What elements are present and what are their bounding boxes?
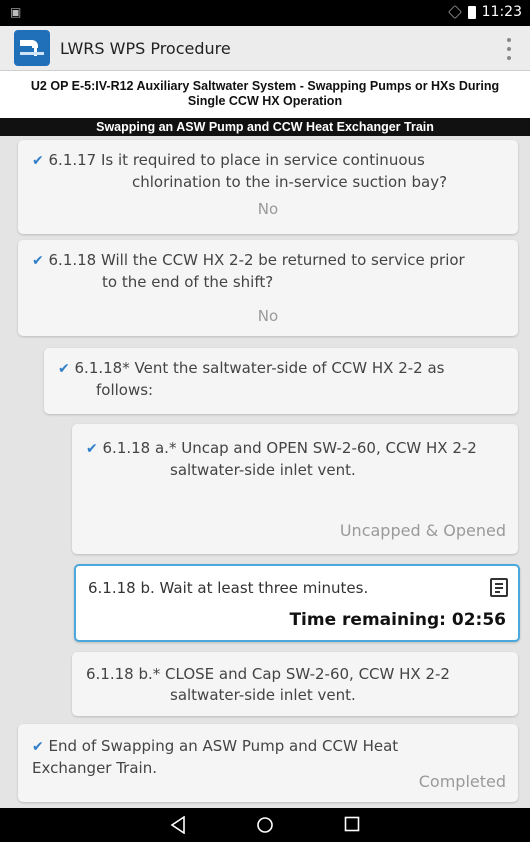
back-icon[interactable] <box>170 816 186 834</box>
check-icon: ✔ <box>32 153 44 169</box>
step-card-6-1-17[interactable]: ✔ 6.1.17 Is it required to place in serv… <box>18 140 518 234</box>
step-answer: No <box>257 307 279 325</box>
app-bar: LWRS WPS Procedure <box>0 26 530 71</box>
home-icon[interactable] <box>256 816 274 834</box>
battery-icon <box>467 5 476 19</box>
overflow-menu-icon[interactable] <box>506 38 512 60</box>
status-bar: ▣ 11:23 <box>0 0 530 26</box>
navigation-bar <box>0 808 530 842</box>
step-card-6-1-18-b-active[interactable]: 6.1.18 b. Wait at least three minutes. T… <box>74 564 520 642</box>
clock: 11:23 <box>481 4 522 20</box>
notification-icon: ▣ <box>10 5 22 19</box>
check-icon: ✔ <box>86 441 98 457</box>
step-card-6-1-18-vent[interactable]: ✔ 6.1.18* Vent the saltwater-side of CCW… <box>44 348 518 414</box>
step-answer: Completed <box>418 772 506 791</box>
app-logo-icon[interactable] <box>14 30 50 66</box>
recents-icon[interactable] <box>344 816 360 832</box>
signal-icon <box>447 5 462 19</box>
note-icon[interactable] <box>490 578 508 597</box>
step-card-6-1-18-a[interactable]: ✔ 6.1.18 a.* Uncap and OPEN SW-2-60, CCW… <box>72 424 518 554</box>
procedure-title: U2 OP E-5:IV-R12 Auxiliary Saltwater Sys… <box>0 71 530 118</box>
step-answer: Uncapped & Opened <box>339 521 506 540</box>
check-icon: ✔ <box>32 253 44 269</box>
step-answer: No <box>257 200 279 218</box>
step-card-6-1-18-b-close[interactable]: 6.1.18 b.* CLOSE and Cap SW-2-60, CCW HX… <box>72 652 518 716</box>
check-icon: ✔ <box>58 361 70 377</box>
section-header: Swapping an ASW Pump and CCW Heat Exchan… <box>0 118 530 136</box>
step-card-6-1-18[interactable]: ✔ 6.1.18 Will the CCW HX 2-2 be returned… <box>18 240 518 336</box>
check-icon: ✔ <box>32 739 44 755</box>
time-remaining: Time remaining: 02:56 <box>289 610 506 630</box>
step-card-end[interactable]: ✔ End of Swapping an ASW Pump and CCW He… <box>18 724 518 802</box>
app-title: LWRS WPS Procedure <box>60 39 231 58</box>
